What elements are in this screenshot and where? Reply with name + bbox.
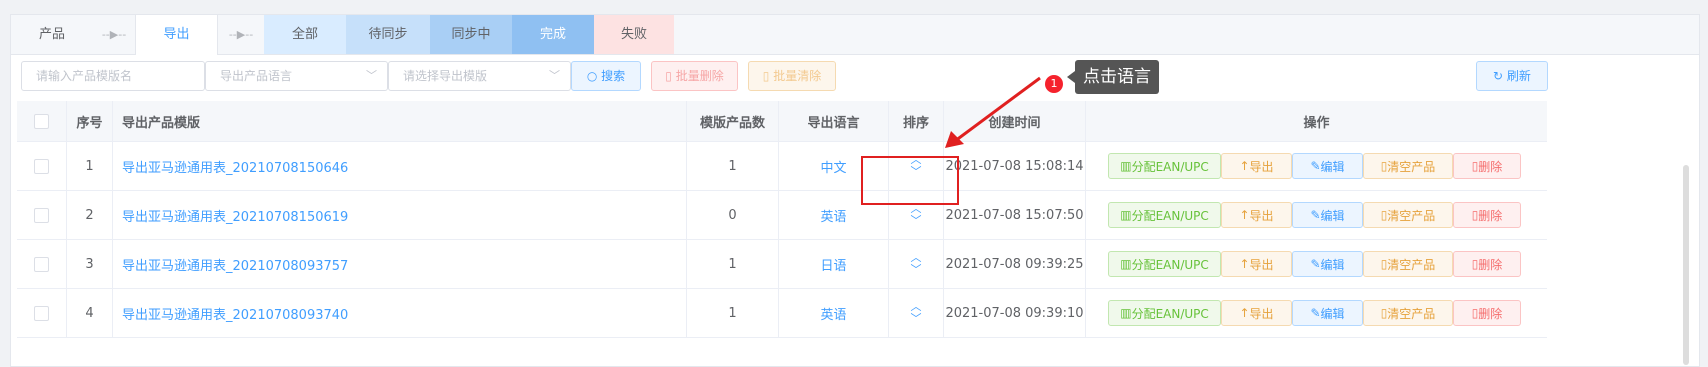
annotation-arrow bbox=[945, 76, 1041, 148]
